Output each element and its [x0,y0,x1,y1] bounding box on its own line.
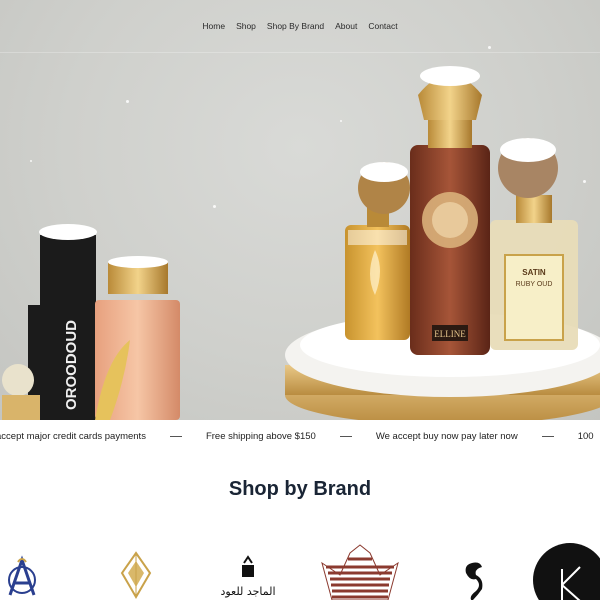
bottle-label-right-bottom: RUBY OUD [516,281,553,288]
gold-emblem-logo[interactable] [118,535,154,600]
announcement-marquee: accept major credit cards payments Free … [0,420,600,456]
marquee-separator [169,436,182,437]
bottle-label-center: ELLINE [434,329,466,339]
nav-home[interactable]: Home [202,20,225,32]
nav-contact[interactable]: Contact [368,20,397,32]
bottle-label-right-top: SATIN [522,268,546,277]
hero-banner: ELLINE SATIN RUBY OUD OROODOUD Home Shop… [0,0,600,420]
main-nav: Home Shop Shop By Brand About Contact [0,20,600,32]
marquee-item: accept major credit cards payments [0,431,146,442]
marquee-separator [541,436,554,437]
nav-shop-by-brand[interactable]: Shop By Brand [267,20,324,32]
section-title-shop-by-brand: Shop by Brand [228,478,372,500]
bottle-label-left: OROODOUD [63,320,80,410]
marquee-item: We accept buy now pay later now [375,431,518,442]
brand-a-logo[interactable] [2,535,42,600]
marquee-item: 100 [577,431,594,442]
k-circle-logo[interactable] [532,535,600,600]
marquee-item: Free shipping above $150 [205,431,316,442]
nav-about[interactable]: About [335,20,357,32]
nav-shop[interactable]: Shop [236,20,256,32]
marquee-separator [339,436,352,437]
panther-logo[interactable] [458,535,488,600]
striped-crown-logo[interactable] [320,535,400,600]
hero-image: ELLINE SATIN RUBY OUD OROODOUD [2,66,600,420]
marquee-track: accept major credit cards payments Free … [0,431,594,442]
nav-divider [0,52,600,53]
svg-text:الماجد للعود: الماجد للعود [220,585,275,598]
almajed-oud-logo[interactable]: الماجد للعود [218,535,278,600]
